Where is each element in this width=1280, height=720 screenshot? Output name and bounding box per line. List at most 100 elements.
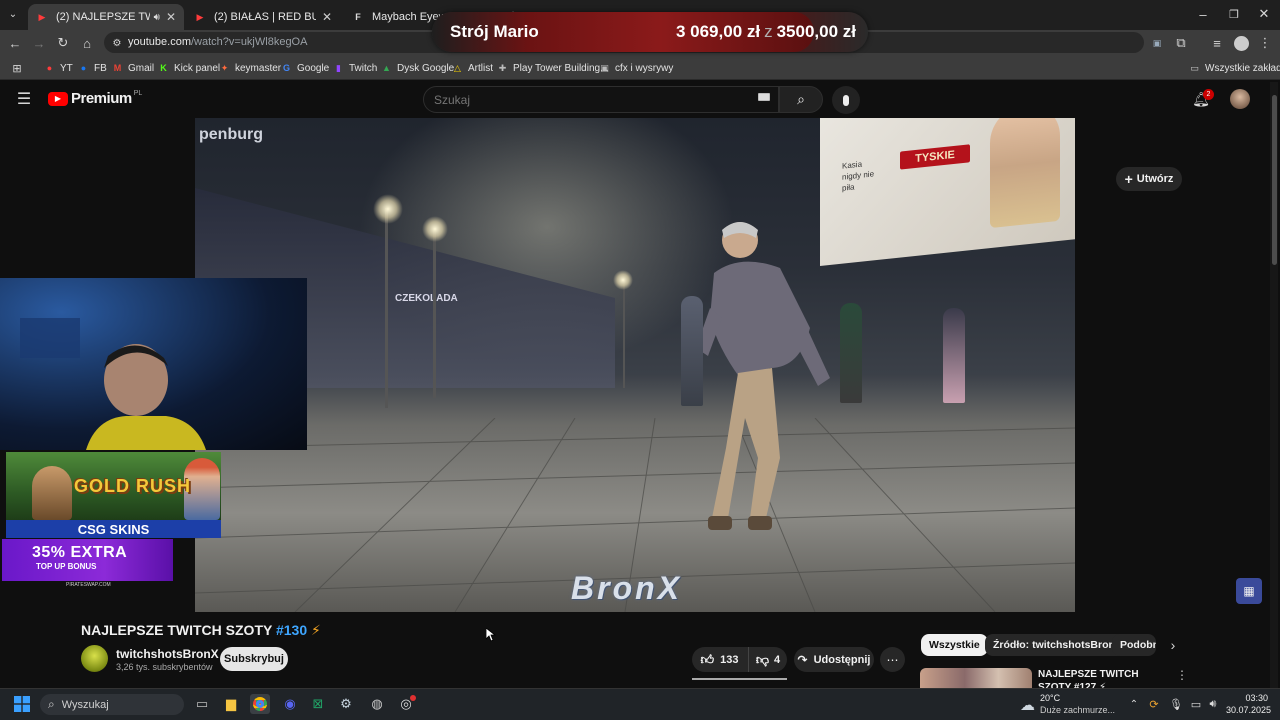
speaker-icon[interactable]: 🔊︎ <box>154 12 160 23</box>
dislike-button[interactable]: 👎︎ 4 <box>748 647 787 672</box>
site-info-icon[interactable]: ⚙ <box>108 34 126 52</box>
more-actions-button[interactable]: ⋯ <box>880 647 905 672</box>
taskbar-search[interactable]: ⌕ Wyszukaj <box>40 694 184 715</box>
video-player[interactable]: penburg CZEKOLADA Kasia nigdy nie piła T… <box>195 118 1075 612</box>
maximize-icon[interactable]: ❐ <box>1225 5 1243 23</box>
tab-najlepsze[interactable]: ▶ (2) NAJLEPSZE TWITCH SZOTY 🔊︎ ✕ <box>28 4 184 30</box>
app-icon[interactable]: ◍ <box>367 694 387 714</box>
like-ratio-bar <box>692 678 787 680</box>
recommended-thumbnail[interactable] <box>920 668 1032 688</box>
weather-widget[interactable]: ☁ 20°C Duże zachmurze... <box>1020 693 1130 717</box>
chrome-icon[interactable] <box>250 694 270 714</box>
bookmark-google[interactable]: G Google <box>281 60 329 76</box>
bookmark-fb[interactable]: ● FB <box>78 60 107 76</box>
twitch-icon: ▮ <box>336 62 341 73</box>
chip-source[interactable]: Źródło: twitchshotsBronX <box>985 634 1130 656</box>
search-icon: ⌕ <box>48 697 55 711</box>
tray-app-icon[interactable]: ⟳ <box>1144 694 1164 714</box>
create-button[interactable]: + Utwórz <box>1116 167 1182 191</box>
lamp-light <box>422 216 448 242</box>
share-button[interactable]: ↷ Udostępnij <box>794 647 874 672</box>
donation-amount: 3 069,00 zł z 3500,00 zł <box>675 22 856 41</box>
donation-title: Strój Mario <box>450 22 539 41</box>
gold-rush-overlay: GOLD RUSH <box>6 452 221 520</box>
pirateswap-label: PIRATESWAP.COM <box>66 582 111 588</box>
back-icon[interactable]: ← <box>6 34 24 52</box>
file-explorer-icon[interactable]: ▆ <box>221 694 241 714</box>
url-text: youtube.com/watch?v=ukjWl8kegOA <box>128 36 308 48</box>
discord-icon[interactable]: ◉ <box>280 694 300 714</box>
extensions-icon[interactable]: ⧉ <box>1172 34 1190 52</box>
image-icon: ▣ <box>600 62 609 73</box>
bookmark-cfx[interactable]: ▣ cfx i wysrywy <box>599 60 673 76</box>
taskbar-clock[interactable]: 03:30 30.07.2025 <box>1226 692 1271 716</box>
bookmark-keymaster[interactable]: ✦ keymaster <box>219 60 281 76</box>
subscribe-button[interactable]: Subskrybuj <box>220 647 288 671</box>
chip-similar[interactable]: Podobne <box>1112 634 1156 656</box>
notification-dot <box>410 695 416 701</box>
cam-monitor <box>20 318 80 358</box>
bookmark-artlist[interactable]: △ Artlist <box>452 60 493 76</box>
keyboard-icon[interactable] <box>758 93 770 101</box>
extension-badge-icon[interactable]: ▣ <box>1148 34 1166 52</box>
tray-chevron-icon[interactable]: ⌃ <box>1124 694 1144 714</box>
bookmark-drive[interactable]: ▲ Dysk Google <box>381 60 454 76</box>
thumbs-up-icon: 👍︎ <box>700 651 715 667</box>
bookmark-kick-panel[interactable]: K Kick panel <box>158 60 220 76</box>
apps-grid-icon[interactable]: ⊞ <box>8 59 26 77</box>
chevron-right-icon[interactable]: › <box>1164 636 1182 654</box>
bonus-subtitle: TOP UP BONUS <box>36 562 97 571</box>
close-window-icon[interactable]: ✕ <box>1255 5 1273 23</box>
bookmark-yt[interactable]: ● YT <box>44 60 73 76</box>
plus-icon: + <box>1124 171 1133 187</box>
search-input[interactable] <box>434 92 734 108</box>
tray-mic-icon[interactable]: 🎙︎ <box>1166 694 1186 714</box>
tray-volume-icon[interactable]: 🔊︎ <box>1203 694 1223 714</box>
like-dislike-group: 👍︎ 133 👎︎ 4 <box>692 647 787 672</box>
bookmark-gmail[interactable]: M Gmail <box>112 60 154 76</box>
donation-goal-overlay: Strój Mario 3 069,00 zł z 3500,00 zł <box>432 12 868 52</box>
browser-menu-icon[interactable]: ⋮ <box>1256 34 1274 52</box>
excel-icon[interactable]: ⊠ <box>308 694 328 714</box>
profile-avatar-icon[interactable] <box>1232 34 1250 52</box>
more-horizontal-icon: ⋯ <box>886 652 899 667</box>
kick-icon: K <box>160 63 167 73</box>
building-lettering: penburg <box>199 126 263 143</box>
youtube-logo[interactable]: ▶ Premium PL <box>48 90 142 107</box>
mouse-cursor-icon <box>486 628 496 642</box>
voice-search-button[interactable] <box>832 86 860 114</box>
tab-bialas[interactable]: ▶ (2) BIAŁAS | RED BULL 64 BARS ✕ <box>186 4 340 30</box>
home-icon[interactable]: ⌂ <box>78 34 96 52</box>
windows-start-icon[interactable] <box>12 694 32 714</box>
hamburger-menu-icon[interactable]: ☰ <box>15 90 33 108</box>
channel-name[interactable]: twitchshotsBronX <box>116 647 219 661</box>
like-button[interactable]: 👍︎ 133 <box>692 647 747 672</box>
bookmark-twitch[interactable]: ▮ Twitch <box>333 60 377 76</box>
reload-icon[interactable]: ↻ <box>54 34 72 52</box>
search-icon: ⌕ <box>797 91 805 107</box>
account-avatar[interactable] <box>1230 89 1250 109</box>
channel-avatar[interactable] <box>81 645 108 672</box>
minimize-icon[interactable]: – <box>1194 5 1212 23</box>
share-icon: ↷ <box>797 652 808 667</box>
forward-icon[interactable]: → <box>30 34 48 52</box>
notification-count-badge: 2 <box>1203 89 1214 100</box>
all-bookmarks[interactable]: ▭Wszystkie zakładki <box>1189 60 1280 76</box>
extension-overlay-icon[interactable]: ▦ <box>1236 578 1262 604</box>
search-button[interactable]: ⌕ <box>779 86 823 113</box>
task-view-icon[interactable]: ▭ <box>192 694 212 714</box>
scrollbar-thumb[interactable] <box>1272 95 1277 265</box>
recommended-menu-icon[interactable]: ⋮ <box>1176 668 1188 682</box>
close-icon[interactable]: ✕ <box>166 10 176 24</box>
bookmark-play-tower[interactable]: ✚ Play Tower Building... <box>497 60 609 76</box>
recommended-title[interactable]: NAJLEPSZE TWITCH SZOTY #127 ⚡ <box>1038 668 1168 688</box>
steam-icon[interactable]: ⚙ <box>336 694 356 714</box>
close-icon[interactable]: ✕ <box>322 10 332 24</box>
chip-all[interactable]: Wszystkie <box>921 634 988 656</box>
media-control-icon[interactable]: ≡ <box>1208 34 1226 52</box>
tab-search-icon[interactable]: ⌄ <box>4 5 22 23</box>
gold-rush-title: GOLD RUSH <box>74 476 191 496</box>
tab-title: (2) NAJLEPSZE TWITCH SZOTY <box>56 11 150 23</box>
top-up-bonus-banner: 35% EXTRA TOP UP BONUS <box>2 539 173 581</box>
billboard-brand: TYSKIE <box>900 144 970 170</box>
